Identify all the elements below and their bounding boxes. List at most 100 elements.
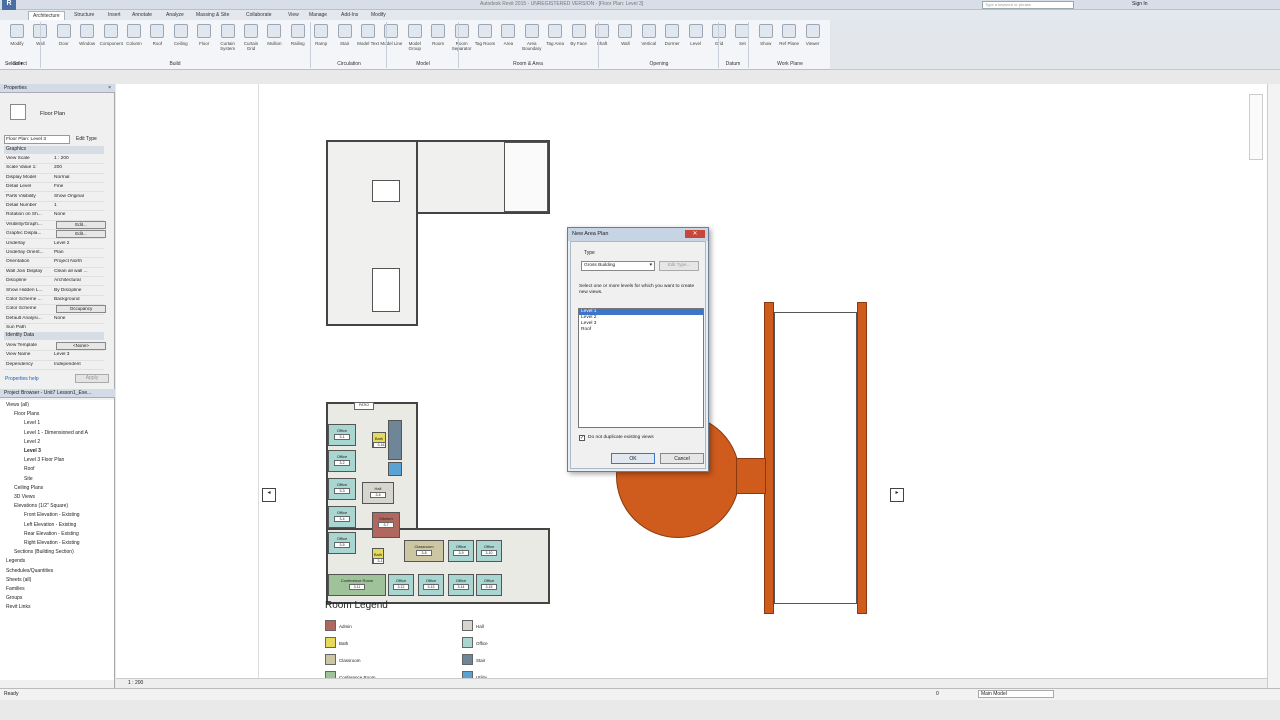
- ribbon-button-8[interactable]: Floor: [193, 24, 215, 60]
- room[interactable]: Conference Room 3-11: [328, 574, 386, 596]
- ribbon-button-33[interactable]: Ref Plane: [778, 24, 800, 60]
- browser-item[interactable]: Revit Links: [6, 604, 30, 610]
- elevation-marker-right[interactable]: ▸: [890, 488, 904, 502]
- room[interactable]: Office 3-13: [418, 574, 444, 596]
- vertical-scrollbar[interactable]: [1267, 84, 1280, 688]
- ribbon-button-14[interactable]: Stair: [334, 24, 356, 60]
- properties-help-link[interactable]: Properties help: [5, 376, 39, 382]
- ribbon-button-2[interactable]: Door: [53, 24, 75, 60]
- browser-item[interactable]: Level 2: [24, 439, 40, 445]
- ribbon-button-18[interactable]: Room: [427, 24, 449, 60]
- dialog-close-button[interactable]: ✕: [685, 230, 705, 238]
- ribbon-button-12[interactable]: Railing: [287, 24, 309, 60]
- room[interactable]: Office 3-1: [328, 424, 356, 446]
- room[interactable]: Classroom 3-8: [404, 540, 444, 562]
- property-row[interactable]: View Scale 1 : 200: [4, 155, 104, 165]
- ribbon-button-29[interactable]: Level: [685, 24, 707, 60]
- room[interactable]: Office 3-14: [448, 574, 474, 596]
- room[interactable]: Kitchen 3-7: [372, 512, 400, 538]
- property-row[interactable]: Color Scheme ... Background: [4, 296, 104, 306]
- property-row[interactable]: Color Scheme Occupancy: [4, 305, 106, 315]
- room[interactable]: Office 3-5: [328, 532, 356, 554]
- browser-item[interactable]: Ceiling Plans: [14, 485, 43, 491]
- apply-button[interactable]: Apply: [75, 374, 109, 383]
- browser-item[interactable]: Site: [24, 476, 33, 482]
- room[interactable]: Bath 3-16: [372, 432, 386, 448]
- browser-item[interactable]: Level 1: [24, 420, 40, 426]
- browser-item[interactable]: Roof: [24, 466, 35, 472]
- tab-add-ins[interactable]: Add-Ins: [337, 11, 362, 20]
- property-row[interactable]: Underlay Level 2: [4, 240, 104, 249]
- ribbon-button-20[interactable]: Tag Room: [474, 24, 496, 60]
- property-row[interactable]: Scale Value 1: 200: [4, 164, 104, 174]
- ribbon-button-7[interactable]: Ceiling: [170, 24, 192, 60]
- ribbon-button-25[interactable]: Shaft: [591, 24, 613, 60]
- room[interactable]: Office 3-3: [328, 478, 356, 500]
- view-selector[interactable]: Floor Plan: Level 3: [4, 135, 70, 144]
- property-row[interactable]: Show Hidden L... By Discipline: [4, 287, 104, 296]
- no-duplicate-checkbox[interactable]: ✓: [579, 435, 585, 441]
- property-row[interactable]: Discipline Architectural: [4, 277, 104, 287]
- browser-item[interactable]: Right Elevation - Existing: [24, 540, 80, 546]
- property-row[interactable]: Dependency Independent: [4, 361, 104, 371]
- view-scale[interactable]: 1 : 200: [128, 680, 143, 686]
- browser-item[interactable]: Schedules/Quantities: [6, 568, 53, 574]
- browser-item[interactable]: Floor Plans: [14, 411, 39, 417]
- property-row[interactable]: Wall Join Display Clean all wall ...: [4, 268, 104, 278]
- ribbon-button-5[interactable]: Column: [123, 24, 145, 60]
- property-row[interactable]: View Name Level 3: [4, 351, 104, 361]
- ribbon-button-11[interactable]: Mullion: [263, 24, 285, 60]
- tab-manage[interactable]: Manage: [305, 11, 331, 20]
- room[interactable]: Office 3-12: [388, 574, 414, 596]
- property-row[interactable]: Detail Level Fine: [4, 183, 104, 193]
- ribbon-button-10[interactable]: Curtain Grid: [240, 24, 262, 60]
- tab-architecture[interactable]: Architecture: [28, 11, 65, 20]
- select-dropdown[interactable]: Select ▾: [0, 60, 120, 70]
- ribbon-button-28[interactable]: Dormer: [661, 24, 683, 60]
- ribbon-button-0[interactable]: Modify: [6, 24, 28, 60]
- browser-item[interactable]: Left Elevation - Existing: [24, 522, 76, 528]
- close-icon[interactable]: ×: [108, 85, 111, 91]
- level-list[interactable]: Level 1 Level 2 Level 3 Roof: [578, 308, 704, 428]
- ok-button[interactable]: OK: [611, 453, 655, 464]
- tab-analyze[interactable]: Analyze: [162, 11, 188, 20]
- cancel-button[interactable]: Cancel: [660, 453, 704, 464]
- ribbon-button-26[interactable]: Wall: [614, 24, 636, 60]
- ribbon-button-32[interactable]: Show: [755, 24, 777, 60]
- browser-item[interactable]: Front Elevation - Existing: [24, 512, 80, 518]
- model-selector[interactable]: Main Model: [978, 690, 1054, 698]
- property-value[interactable]: Edit...: [56, 230, 106, 239]
- ribbon-button-17[interactable]: Model Group: [404, 24, 426, 60]
- ribbon-button-24[interactable]: By Face: [568, 24, 590, 60]
- ribbon-button-13[interactable]: Ramp: [310, 24, 332, 60]
- level-option[interactable]: Roof: [579, 327, 703, 333]
- ribbon-button-22[interactable]: Area Boundary: [521, 24, 543, 60]
- section-graphics[interactable]: Graphics: [4, 146, 104, 154]
- property-row[interactable]: Rotation on Sh... None: [4, 211, 104, 221]
- ribbon-button-6[interactable]: Roof: [146, 24, 168, 60]
- browser-item[interactable]: Level 3: [24, 448, 41, 454]
- property-row[interactable]: Orientation Project North: [4, 258, 104, 268]
- room[interactable]: Hall 3-6: [362, 482, 394, 504]
- room[interactable]: Office 3-4: [328, 506, 356, 528]
- room[interactable]: Bath 3-17: [372, 548, 384, 564]
- property-row[interactable]: Default Analysi... None: [4, 315, 104, 325]
- property-row[interactable]: Graphic Displa... Edit...: [4, 230, 106, 240]
- ribbon-button-27[interactable]: Vertical: [638, 24, 660, 60]
- browser-item[interactable]: Legends: [6, 558, 25, 564]
- elevation-marker-left[interactable]: ◂: [262, 488, 276, 502]
- property-value[interactable]: Edit...: [56, 220, 106, 229]
- navigation-bar[interactable]: [1249, 94, 1263, 160]
- tab-massing-site[interactable]: Massing & Site: [192, 11, 233, 20]
- ribbon-button-4[interactable]: Component: [100, 24, 123, 60]
- edit-type-button[interactable]: Edit Type: [76, 136, 97, 142]
- ribbon-button-19[interactable]: Room Separator: [451, 24, 473, 60]
- property-value[interactable]: <None>: [56, 342, 106, 350]
- ribbon-button-30[interactable]: Grid: [708, 24, 730, 60]
- ribbon-button-21[interactable]: Area: [497, 24, 519, 60]
- property-row[interactable]: Parts Visibility Show Original: [4, 193, 104, 202]
- property-row[interactable]: Display Model Normal: [4, 174, 104, 184]
- section-identity[interactable]: Identity Data: [4, 332, 104, 340]
- search-input[interactable]: Type a keyword or phrase: [982, 1, 1074, 9]
- area-type-select[interactable]: Gross Building ▾: [581, 261, 655, 271]
